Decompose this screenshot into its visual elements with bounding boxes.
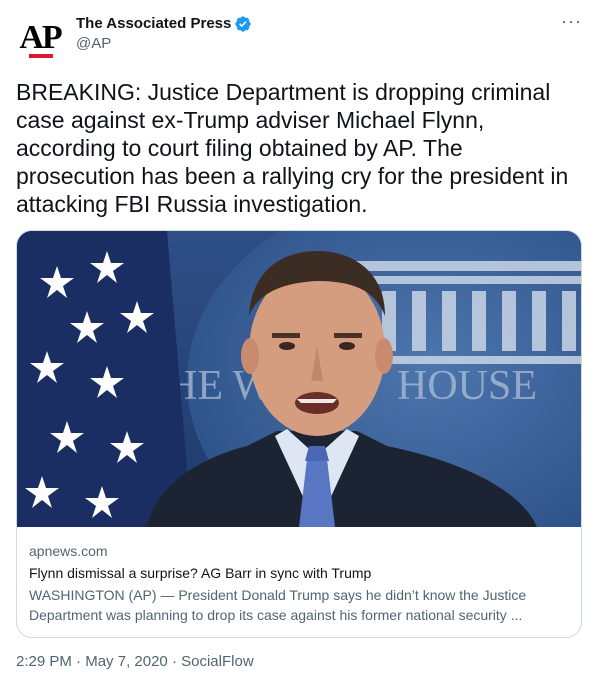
tweet-time[interactable]: 2:29 PM <box>16 653 72 670</box>
link-card[interactable]: HE W HOUSE apnews.com Flynn dismissal a … <box>16 230 582 638</box>
link-card-title: Flynn dismissal a surprise? AG Barr in s… <box>29 565 372 581</box>
link-card-description-line: WASHINGTON (AP) — President Donald Trump… <box>29 587 527 603</box>
link-card-domain: apnews.com <box>29 543 108 559</box>
meta-separator: · <box>71 653 86 670</box>
link-card-description: WASHINGTON (AP) — President Donald Trump… <box>29 585 569 625</box>
verified-badge-icon <box>235 16 252 32</box>
tweet-header: AP The Associated Press @AP ··· <box>16 12 582 62</box>
author-display-name-row[interactable]: The Associated Press <box>76 14 252 34</box>
author-names: The Associated Press @AP <box>76 14 252 54</box>
link-card-meta: apnews.com Flynn dismissal a surprise? A… <box>29 541 569 625</box>
svg-text:HOUSE: HOUSE <box>397 363 537 409</box>
tweet-meta: 2:29 PM · May 7, 2020 · SocialFlow <box>16 652 254 672</box>
more-horizontal-icon[interactable]: ··· <box>561 12 582 30</box>
author-handle[interactable]: @AP <box>76 34 252 54</box>
link-card-description-line: Department was planning to drop its case… <box>29 607 523 623</box>
avatar[interactable]: AP <box>16 14 64 62</box>
meta-separator: · <box>167 653 182 670</box>
author-display-name[interactable]: The Associated Press <box>76 14 231 34</box>
tweet-text: BREAKING: Justice Department is dropping… <box>16 79 569 217</box>
avatar-red-bar <box>29 54 53 58</box>
avatar-logo-text: AP <box>19 19 62 56</box>
link-card-image: HE W HOUSE <box>17 231 581 527</box>
tweet-date[interactable]: May 7, 2020 <box>85 653 168 670</box>
tweet-source[interactable]: SocialFlow <box>181 653 254 670</box>
